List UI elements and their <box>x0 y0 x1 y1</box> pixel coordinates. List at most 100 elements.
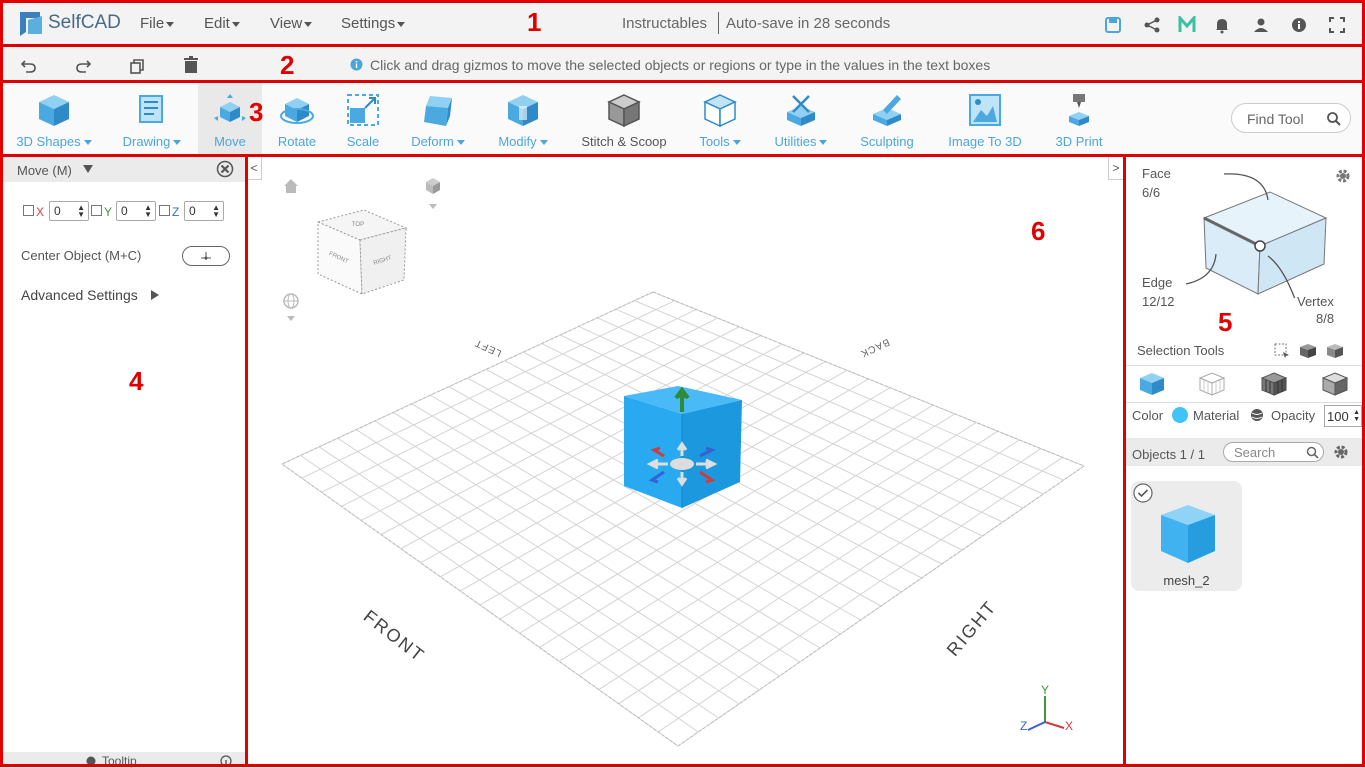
tool-drawing[interactable]: Drawing <box>108 82 196 156</box>
menu-settings[interactable]: Settings <box>341 15 406 32</box>
tool-scale[interactable]: Scale <box>332 82 394 156</box>
menu-view[interactable]: View <box>270 15 313 32</box>
vertex-label[interactable]: Vertex <box>1297 294 1334 309</box>
y-checkbox[interactable] <box>91 205 102 216</box>
chevron-down-icon <box>83 140 92 146</box>
tool-label: Move <box>214 134 246 149</box>
center-icon <box>201 252 211 260</box>
objects-search-input[interactable]: Search <box>1223 442 1324 462</box>
tool-deform[interactable]: Deform <box>400 82 476 156</box>
globe-icon[interactable] <box>282 292 300 322</box>
stepper-icon[interactable]: ▲ ▼ <box>212 204 220 219</box>
advanced-settings[interactable]: Advanced Settings <box>21 287 138 303</box>
divider <box>718 12 719 34</box>
center-object-button[interactable] <box>182 246 230 266</box>
tool-label: 3D Print <box>1055 134 1103 149</box>
trash-icon[interactable] <box>182 55 200 75</box>
save-icon[interactable] <box>1104 16 1122 34</box>
y-input[interactable]: 0 ▲ ▼ <box>116 201 156 221</box>
opacity-value: 100 <box>1327 409 1349 424</box>
checkmark-icon[interactable] <box>1133 483 1153 503</box>
x-checkbox[interactable] <box>23 205 34 216</box>
edge-label[interactable]: Edge <box>1142 275 1172 290</box>
collapse-left-icon[interactable]: < <box>246 156 262 180</box>
bell-icon[interactable] <box>1213 16 1231 34</box>
tooltip-label[interactable]: Tooltip <box>102 754 137 768</box>
search-icon[interactable] <box>1326 111 1342 127</box>
project-name[interactable]: Instructables <box>622 15 707 32</box>
grid <box>281 291 1085 747</box>
redo-icon[interactable] <box>74 57 92 75</box>
tool-tools[interactable]: Tools <box>688 82 752 156</box>
tool-sculpting[interactable]: Sculpting <box>852 82 922 156</box>
fullscreen-icon[interactable] <box>1328 16 1346 34</box>
hint-text: Click and drag gizmos to move the select… <box>370 57 991 73</box>
tool-rotate[interactable]: Rotate <box>266 82 328 156</box>
m-logo-icon[interactable] <box>1178 16 1196 34</box>
tool-3d-shapes[interactable]: 3D Shapes <box>8 82 100 156</box>
tool-label: Image To 3D <box>948 134 1022 149</box>
edge-count: 12/12 <box>1142 294 1175 309</box>
selected-cube-mesh[interactable] <box>616 386 750 516</box>
printer-icon <box>1069 94 1089 126</box>
selection-mode-cube[interactable] <box>1184 168 1334 298</box>
tool-modify[interactable]: Modify <box>488 82 558 156</box>
menu-file[interactable]: File <box>140 15 175 32</box>
annotation-number-4: 4 <box>129 366 144 396</box>
stepper-icon[interactable]: ▲ ▼ <box>77 204 85 219</box>
selection-tools-label: Selection Tools <box>1137 343 1225 358</box>
search-placeholder: Search <box>1234 445 1276 460</box>
home-icon[interactable] <box>283 178 299 194</box>
annotation-number-2: 2 <box>280 50 295 80</box>
select-inside-icon[interactable] <box>1299 343 1317 359</box>
gear-icon[interactable] <box>1332 443 1350 461</box>
face-mode-icon[interactable] <box>1322 372 1348 396</box>
info-icon[interactable] <box>220 755 232 767</box>
find-tool-input[interactable]: Find Tool <box>1231 103 1351 133</box>
opacity-input[interactable]: 100 ▲ ▼ <box>1324 405 1362 427</box>
material-icon[interactable] <box>1250 408 1264 422</box>
color-swatch[interactable] <box>1172 407 1188 423</box>
gear-icon[interactable] <box>1334 167 1352 185</box>
vertex-count: 8/8 <box>1316 311 1335 326</box>
view-cube[interactable]: TOP FRONT RIGHT <box>308 204 418 304</box>
collapse-right-icon[interactable]: > <box>1108 156 1124 180</box>
tool-image-to-3d[interactable]: Image To 3D <box>940 82 1030 156</box>
chevron-down-icon <box>456 140 465 146</box>
undo-icon[interactable] <box>20 57 38 75</box>
triangle-down-icon[interactable] <box>82 164 94 174</box>
stepper-icon[interactable]: ▲ ▼ <box>144 204 152 219</box>
z-value: 0 <box>189 204 196 218</box>
vertex-mode-icon[interactable] <box>1199 372 1225 396</box>
close-icon[interactable] <box>216 160 234 178</box>
search-icon[interactable] <box>1306 446 1319 459</box>
objects-count: Objects 1 / 1 <box>1132 447 1205 462</box>
annotation-number-3: 3 <box>249 97 264 127</box>
z-checkbox[interactable] <box>159 205 170 216</box>
select-visible-icon[interactable] <box>1326 343 1344 359</box>
user-icon[interactable] <box>1252 16 1270 34</box>
gizmo-center-icon[interactable] <box>670 458 694 470</box>
object-mode-icon[interactable] <box>1139 372 1165 396</box>
camera-view-icon[interactable] <box>424 176 442 210</box>
tool-3d-print[interactable]: 3D Print <box>1046 82 1112 156</box>
panel-title: Move (M) <box>17 163 72 178</box>
z-input[interactable]: 0 ▲ ▼ <box>184 201 224 221</box>
tool-stitch-scoop[interactable]: Stitch & Scoop <box>572 82 676 156</box>
menu-edit[interactable]: Edit <box>204 15 240 32</box>
face-label[interactable]: Face <box>1142 166 1171 181</box>
edge-mode-icon[interactable] <box>1261 372 1287 396</box>
rect-select-icon[interactable] <box>1274 343 1290 359</box>
info-icon <box>86 756 96 766</box>
object-card[interactable]: mesh_2 <box>1131 481 1242 591</box>
stepper-icon[interactable]: ▲ ▼ <box>1353 409 1360 423</box>
copy-icon[interactable] <box>128 57 146 75</box>
triangle-right-icon[interactable] <box>150 289 160 301</box>
share-icon[interactable] <box>1143 16 1161 34</box>
selfcad-logo-icon[interactable] <box>16 8 46 38</box>
3d-viewport[interactable]: < > TOP FRONT RIGHT LEFT BACK FRONT RIGH… <box>246 156 1124 767</box>
x-input[interactable]: 0 ▲ ▼ <box>49 201 89 221</box>
tool-utilities[interactable]: Utilities <box>764 82 838 156</box>
chevron-down-icon <box>166 21 175 27</box>
info-icon[interactable] <box>1290 16 1308 34</box>
